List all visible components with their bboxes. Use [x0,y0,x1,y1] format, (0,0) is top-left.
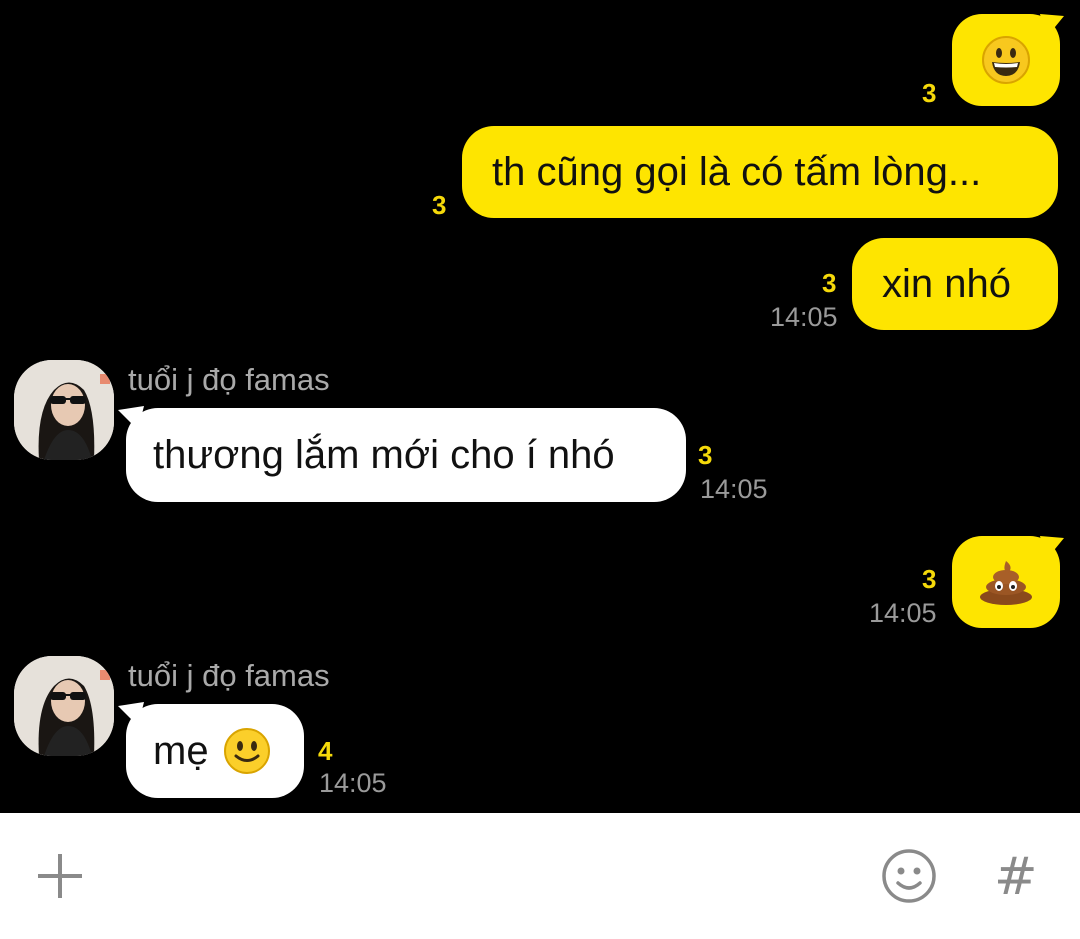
grinning-face-icon [982,36,1030,84]
message-bubble[interactable]: thương lắm mới cho í nhó [126,408,686,502]
smiling-face-icon [223,728,270,774]
message-bubble[interactable]: mẹ [126,704,304,798]
message-time: 14:05 [319,768,387,798]
message-bubble[interactable]: xin nhó [852,238,1058,330]
sender-name: tuổi j đọ famas [128,658,330,693]
plus-icon[interactable] [36,852,84,900]
read-count: 3 [922,564,937,594]
sender-name: tuổi j đọ famas [128,362,330,397]
read-count: 3 [822,268,837,298]
message-time: 14:05 [770,302,838,332]
read-count: 3 [698,440,713,470]
bubble-tail [1040,14,1064,38]
emoticon-icon[interactable] [880,847,938,905]
pile-of-poo-icon [980,561,1032,605]
avatar-photo [14,656,114,756]
hashtag-icon[interactable]: # [994,847,1038,907]
message-time: 14:05 [869,598,937,628]
message-time: 14:05 [700,474,768,504]
message-text: mẹ [153,729,209,773]
read-count: 4 [318,736,333,766]
avatar[interactable] [14,656,114,756]
avatar[interactable] [14,360,114,460]
avatar-photo [14,360,114,460]
bubble-tail [1040,536,1064,560]
read-count: 3 [922,78,937,108]
message-bubble[interactable]: th cũng gọi là có tấm lòng... [462,126,1058,218]
read-count: 3 [432,190,447,220]
input-bar: # [0,813,1080,939]
